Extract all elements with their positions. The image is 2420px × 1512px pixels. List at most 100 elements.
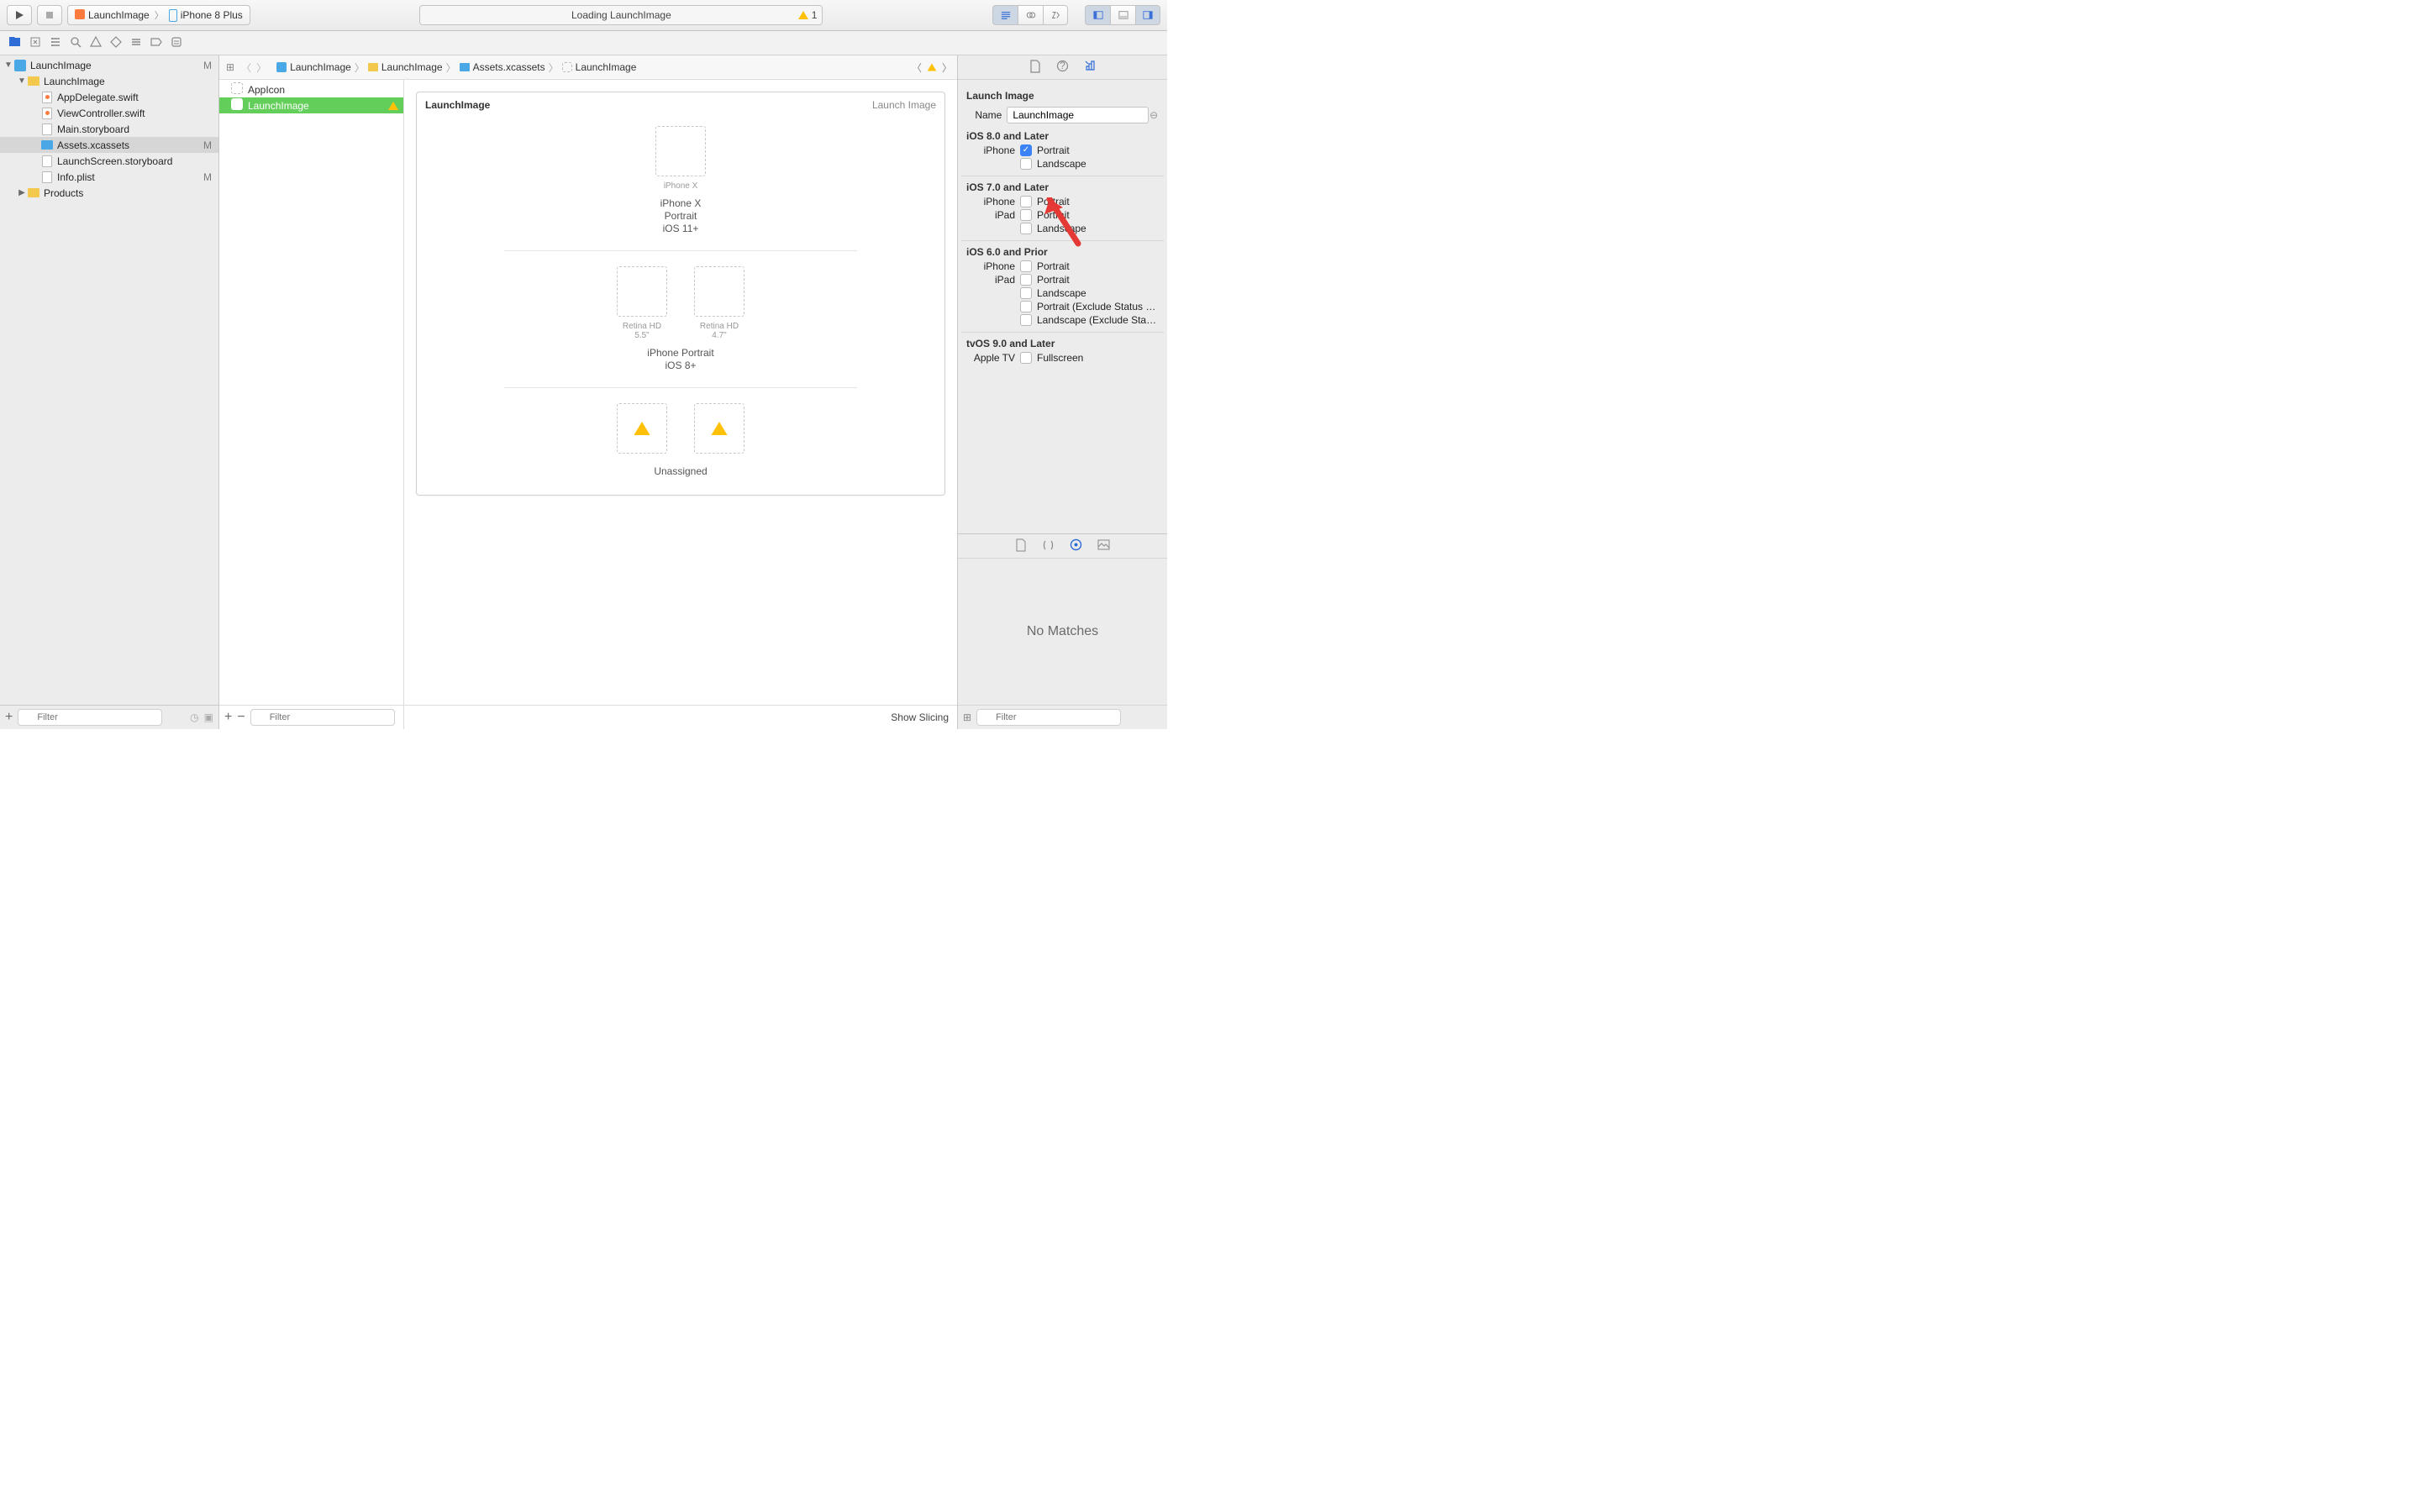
breadcrumb-item[interactable]: LaunchImage — [562, 61, 637, 73]
checkbox[interactable] — [1020, 274, 1032, 286]
checkbox[interactable] — [1020, 352, 1032, 364]
image-slot[interactable] — [614, 403, 670, 459]
attributes-inspector-tab[interactable] — [1084, 60, 1097, 75]
scm-status: M — [203, 60, 212, 71]
add-button[interactable]: + — [5, 710, 13, 725]
device-label: iPhone — [966, 196, 1015, 207]
quick-help-tab[interactable]: ? — [1056, 60, 1069, 75]
scm-filter-icon[interactable]: ▣ — [204, 711, 213, 723]
library-view-grid[interactable]: ⊞ — [963, 711, 971, 723]
navigator-filter-input[interactable] — [18, 709, 162, 726]
checkbox[interactable] — [1020, 158, 1032, 170]
asset-filter-input[interactable] — [250, 709, 395, 726]
tree-label: Products — [44, 187, 212, 199]
launch-image-card[interactable]: LaunchImage Launch Image iPhone X iPhone… — [416, 92, 945, 496]
activity-status[interactable]: Loading LaunchImage 1 — [419, 5, 823, 25]
standard-editor-button[interactable] — [992, 5, 1018, 25]
checkbox[interactable] — [1020, 209, 1032, 221]
tree-row[interactable]: LaunchScreen.storyboard — [0, 153, 218, 169]
disclosure-icon[interactable]: ▶ — [17, 188, 27, 197]
checkbox[interactable] — [1020, 287, 1032, 299]
asset-list-item[interactable]: LaunchImage — [219, 97, 403, 113]
source-control-navigator-tab[interactable] — [29, 36, 41, 50]
image-slot[interactable]: Retina HD 4.7" — [692, 266, 747, 340]
symbol-navigator-tab[interactable] — [50, 36, 61, 50]
breakpoint-navigator-tab[interactable] — [150, 36, 162, 50]
checkbox-label: Fullscreen — [1037, 352, 1159, 364]
breadcrumb-item[interactable]: LaunchImage — [276, 61, 351, 73]
toggle-inspector-button[interactable] — [1135, 5, 1160, 25]
clear-name-icon[interactable]: ⊖ — [1149, 109, 1159, 121]
related-items-icon[interactable]: ⊞ — [219, 61, 241, 73]
tree-row[interactable]: ▼ LaunchImage — [0, 73, 218, 89]
checkbox-row: iPhone Portrait — [961, 260, 1164, 273]
disclosure-icon[interactable]: ▼ — [17, 76, 27, 86]
tree-label: Main.storyboard — [57, 123, 212, 135]
add-asset-button[interactable]: + — [224, 710, 232, 725]
warning-icon — [798, 11, 808, 19]
toggle-navigator-button[interactable] — [1085, 5, 1110, 25]
test-navigator-tab[interactable] — [110, 36, 122, 50]
file-template-library-tab[interactable] — [1015, 538, 1027, 554]
checkbox-label: Portrait — [1037, 144, 1159, 156]
code-snippet-library-tab[interactable] — [1042, 539, 1055, 554]
checkbox-label: Landscape (Exclude Status… — [1037, 314, 1159, 326]
recent-filter-icon[interactable]: ◷ — [190, 711, 198, 723]
image-slot[interactable]: Retina HD 5.5" — [614, 266, 670, 340]
file-icon — [40, 107, 54, 120]
image-slot[interactable] — [692, 403, 747, 459]
breadcrumb-item[interactable]: Assets.xcassets — [460, 61, 545, 73]
file-icon — [40, 171, 54, 184]
inspector-tab-bar: ? — [958, 55, 1167, 80]
tree-row[interactable]: Info.plist M — [0, 169, 218, 185]
checkbox[interactable] — [1020, 301, 1032, 312]
tree-row[interactable]: ▼ LaunchImage M — [0, 57, 218, 73]
assistant-editor-button[interactable] — [1018, 5, 1043, 25]
forward-button[interactable]: 〉 — [251, 60, 271, 75]
image-slot[interactable]: iPhone X — [653, 126, 708, 191]
version-editor-button[interactable] — [1043, 5, 1068, 25]
asset-name-input[interactable] — [1007, 107, 1149, 123]
file-inspector-tab[interactable] — [1029, 60, 1041, 76]
checkbox[interactable] — [1020, 260, 1032, 272]
checkbox[interactable] — [1020, 196, 1032, 207]
toolbar: LaunchImage 〉 iPhone 8 Plus Loading Laun… — [0, 0, 1167, 31]
debug-navigator-tab[interactable] — [130, 36, 142, 50]
library-filter-input[interactable] — [976, 709, 1121, 726]
remove-asset-button[interactable]: − — [237, 710, 245, 725]
tree-row[interactable]: ViewController.swift — [0, 105, 218, 121]
checkbox-row: Landscape (Exclude Status… — [961, 313, 1164, 327]
tree-row[interactable]: AppDelegate.swift — [0, 89, 218, 105]
toggle-debug-button[interactable] — [1110, 5, 1135, 25]
breadcrumb-item[interactable]: LaunchImage — [368, 61, 443, 73]
tree-label: LaunchImage — [30, 60, 203, 71]
project-navigator-tab[interactable] — [8, 35, 21, 50]
asset-canvas: LaunchImage Launch Image iPhone X iPhone… — [404, 80, 957, 729]
issue-icon[interactable] — [928, 64, 937, 71]
stop-button[interactable] — [37, 5, 62, 25]
checkbox[interactable] — [1020, 314, 1032, 326]
disclosure-icon[interactable]: ▼ — [3, 60, 13, 70]
tree-label: LaunchImage — [44, 76, 212, 87]
tree-row[interactable]: Main.storyboard — [0, 121, 218, 137]
tree-row[interactable]: ▶ Products — [0, 185, 218, 201]
checkbox[interactable] — [1020, 223, 1032, 234]
media-library-tab[interactable] — [1097, 539, 1110, 553]
checkbox-row: iPhone Portrait — [961, 195, 1164, 208]
asset-list-item[interactable]: AppIcon — [219, 81, 403, 97]
next-issue-button[interactable]: 〉 — [942, 60, 952, 75]
library-panel: No Matches ⊞ — [958, 533, 1167, 729]
run-button[interactable] — [7, 5, 32, 25]
issue-navigator-tab[interactable] — [90, 36, 102, 50]
object-library-tab[interactable] — [1070, 538, 1082, 554]
checkbox[interactable] — [1020, 144, 1032, 156]
prev-issue-button[interactable]: 〈 — [912, 60, 922, 75]
scheme-selector[interactable]: LaunchImage 〉 iPhone 8 Plus — [67, 5, 250, 25]
report-navigator-tab[interactable] — [171, 36, 182, 50]
find-navigator-tab[interactable] — [70, 36, 82, 50]
show-slicing-button[interactable]: Show Slicing — [891, 711, 949, 723]
tree-label: ViewController.swift — [57, 108, 212, 119]
back-button[interactable]: 〈 — [241, 60, 251, 75]
tree-row[interactable]: Assets.xcassets M — [0, 137, 218, 153]
panel-toggle-group — [1085, 5, 1160, 25]
